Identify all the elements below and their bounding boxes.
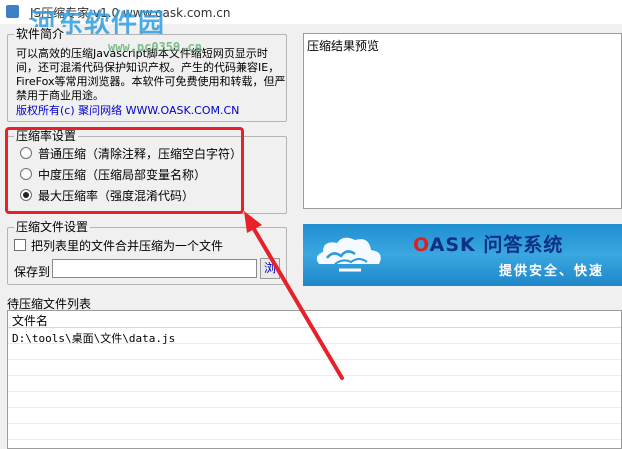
browse-button[interactable]: 浏 xyxy=(260,258,280,279)
file-settings-title: 压缩文件设置 xyxy=(14,220,91,234)
intro-group-title: 软件简介 xyxy=(14,27,67,41)
intro-text: 可以高效的压缩Javascript脚本文件缩短网页显示时间，还可混淆代码保护知识… xyxy=(16,47,286,102)
title-bar: JS压缩专家 v1.0 www.oask.com.cn 河东软件园 xyxy=(0,0,622,39)
banner-brand-o: O xyxy=(413,234,430,256)
merge-checkbox[interactable] xyxy=(14,239,26,251)
banner-brand: OASK 问答系统 xyxy=(413,230,563,257)
oask-banner[interactable]: OASK 问答系统 提供安全、快速 xyxy=(303,224,622,286)
list-header[interactable]: 文件名 xyxy=(8,311,621,328)
highlight-box xyxy=(5,127,244,214)
list-gridlines xyxy=(8,328,621,448)
list-item[interactable]: D:\tools\桌面\文件\data.js xyxy=(12,330,175,346)
preview-textarea[interactable]: 压缩结果预览 xyxy=(303,33,622,209)
watermark-subtext: www.pc0359.cn xyxy=(108,40,202,54)
preview-placeholder: 压缩结果预览 xyxy=(307,39,380,53)
cloud-logo-icon xyxy=(316,237,381,272)
save-to-label: 保存到 xyxy=(14,265,51,279)
file-list[interactable]: 文件名 D:\tools\桌面\文件\data.js xyxy=(7,310,622,449)
banner-brand-rest: ASK 问答系统 xyxy=(429,234,564,256)
banner-tagline: 提供安全、快速 xyxy=(499,264,605,279)
column-header-filename[interactable]: 文件名 xyxy=(12,312,48,329)
save-path-input[interactable] xyxy=(52,259,257,278)
copyright-link[interactable]: 版权所有(c) 聚问网络 WWW.OASK.COM.CN xyxy=(16,102,239,118)
merge-checkbox-row[interactable]: 把列表里的文件合并压缩为一个文件 xyxy=(14,237,223,253)
merge-label: 把列表里的文件合并压缩为一个文件 xyxy=(31,238,224,253)
app-icon xyxy=(6,5,19,18)
